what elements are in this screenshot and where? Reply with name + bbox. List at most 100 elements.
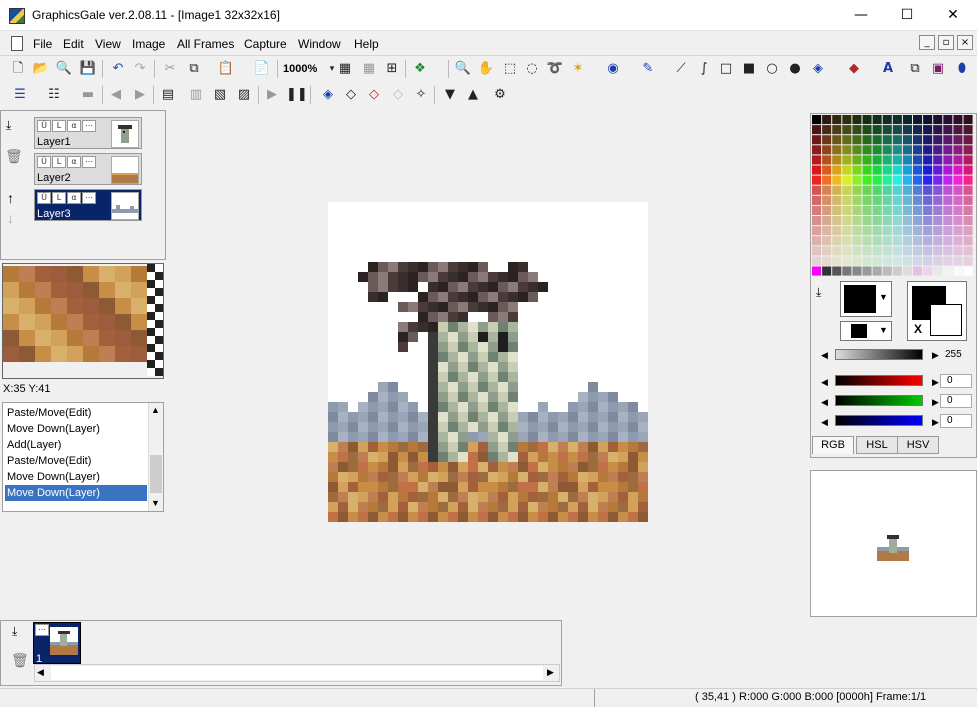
tab-rgb[interactable]: RGB: [812, 436, 854, 454]
scroll-down-icon[interactable]: ▼: [151, 498, 160, 508]
cut-icon[interactable]: ✂: [160, 59, 180, 79]
lock-icon[interactable]: L: [52, 156, 66, 168]
history-item-selected[interactable]: Move Down(Layer): [5, 485, 147, 501]
gradient-icon[interactable]: ◆: [844, 59, 864, 79]
frame-split-icon[interactable]: ▥: [186, 85, 206, 105]
pixel-grid-icon[interactable]: ▦: [359, 59, 379, 79]
move-down-icon[interactable]: ▼: [440, 85, 460, 105]
zoom-tool-icon[interactable]: 🔍: [453, 59, 473, 79]
navigator-panel[interactable]: [810, 470, 977, 617]
zoom-select[interactable]: 1000%: [283, 59, 317, 79]
history-scrollbar[interactable]: ▲ ▼: [148, 403, 163, 511]
new-file-icon[interactable]: 🗋: [8, 59, 28, 79]
close-window-button[interactable]: ✕: [930, 0, 976, 31]
dropper-icon[interactable]: ⬮: [952, 59, 972, 79]
paste-icon[interactable]: 📋: [216, 59, 236, 79]
magic-wand-icon[interactable]: ✶: [568, 59, 588, 79]
alpha-icon[interactable]: α: [67, 192, 81, 204]
red-value-input[interactable]: 0: [940, 374, 972, 388]
maximize-window-button[interactable]: ☐: [884, 0, 930, 31]
mdi-restore-button[interactable]: ▫: [938, 35, 954, 50]
blue-slider[interactable]: [835, 415, 923, 426]
line-icon[interactable]: ⟋: [671, 59, 691, 79]
layer-move-icon[interactable]: ☰: [10, 85, 30, 105]
filled-ellipse-icon[interactable]: ●: [785, 59, 805, 79]
lasso-icon[interactable]: ➰: [545, 59, 565, 79]
transform-icon[interactable]: ⧉: [905, 59, 925, 79]
green-value-input[interactable]: 0: [940, 394, 972, 408]
menu-help[interactable]: Help: [354, 37, 379, 51]
curve-icon[interactable]: ∫: [694, 59, 714, 79]
import-frame-icon[interactable]: ⤓: [12, 624, 17, 639]
frames-scrollbar[interactable]: ◀ ▶: [34, 664, 560, 682]
alpha-slider[interactable]: [835, 349, 923, 360]
menu-image[interactable]: Image: [132, 37, 165, 51]
copy-icon[interactable]: ⧉: [184, 59, 204, 79]
layer-item[interactable]: Ü L α ⋯ Layer2: [34, 153, 142, 185]
animation-icon[interactable]: ❖: [410, 59, 430, 79]
chevron-right-icon[interactable]: ▶: [932, 377, 939, 388]
trash-icon[interactable]: 🗑: [5, 148, 23, 165]
text-tool-icon[interactable]: A: [878, 59, 898, 79]
visibility-icon[interactable]: Ü: [37, 156, 51, 168]
alpha-icon[interactable]: α: [67, 156, 81, 168]
more-icon[interactable]: ⋯: [82, 120, 96, 132]
trash-icon[interactable]: 🗑: [11, 652, 29, 669]
search-icon[interactable]: 🔍: [54, 59, 74, 79]
layer-down-icon[interactable]: ↓: [7, 210, 14, 226]
scroll-left-icon[interactable]: ◀: [37, 667, 44, 678]
drawing-canvas[interactable]: [328, 202, 648, 522]
prev-frame-icon[interactable]: ◀: [106, 85, 126, 105]
frame-settings-icon[interactable]: ✧: [411, 85, 431, 105]
hand-tool-icon[interactable]: ✋: [476, 59, 496, 79]
undo-icon[interactable]: ↶: [108, 59, 128, 79]
foreground-color-select[interactable]: ▼: [840, 281, 892, 317]
save-icon[interactable]: 💾: [78, 59, 98, 79]
color-palette[interactable]: [812, 115, 975, 279]
play-icon[interactable]: ▶: [262, 85, 282, 105]
insert-frame-icon[interactable]: ◇: [388, 85, 408, 105]
frame-copy-icon[interactable]: ▧: [210, 85, 230, 105]
lock-icon[interactable]: L: [52, 192, 66, 204]
document-icon[interactable]: [11, 36, 23, 51]
scrollbar-thumb[interactable]: [51, 666, 543, 680]
history-item[interactable]: Paste/Move(Edit): [5, 405, 147, 421]
more-icon[interactable]: ⋯: [82, 192, 96, 204]
scrollbar-thumb[interactable]: [150, 455, 162, 493]
frame-paste-icon[interactable]: ▨: [234, 85, 254, 105]
chevron-left-icon[interactable]: ◀: [821, 397, 828, 408]
import-palette-icon[interactable]: ⤓: [816, 285, 821, 300]
bucket-icon[interactable]: ◉: [603, 59, 623, 79]
layer-item[interactable]: Ü L α ⋯ Layer1: [34, 117, 142, 149]
frame-item-selected[interactable]: ⋯ 1: [33, 622, 81, 665]
visibility-icon[interactable]: Ü: [37, 120, 51, 132]
add-frame-icon[interactable]: ◈: [318, 85, 338, 105]
ellipse-select-icon[interactable]: ◌: [522, 59, 542, 79]
move-up-icon[interactable]: ▲: [463, 85, 483, 105]
background-color-select[interactable]: ▼: [840, 321, 892, 341]
mdi-close-button[interactable]: ×: [957, 35, 973, 50]
history-item[interactable]: Paste/Move(Edit): [5, 453, 147, 469]
history-item[interactable]: Move Down(Layer): [5, 469, 147, 485]
duplicate-frame-icon[interactable]: ◇: [341, 85, 361, 105]
blue-value-input[interactable]: 0: [940, 414, 972, 428]
chevron-right-icon[interactable]: ▶: [932, 350, 939, 361]
delete-frame-icon[interactable]: ◇: [364, 85, 384, 105]
more-icon[interactable]: ⋯: [82, 156, 96, 168]
menu-all-frames[interactable]: All Frames: [177, 37, 234, 51]
rect-select-icon[interactable]: ⬚: [500, 59, 520, 79]
menu-view[interactable]: View: [95, 37, 121, 51]
color-swap-box[interactable]: X: [907, 281, 967, 341]
frame-wizard-icon[interactable]: ⚙: [490, 85, 510, 105]
import-layer-icon[interactable]: ⤓: [6, 118, 11, 133]
history-list[interactable]: Paste/Move(Edit) Move Down(Layer) Add(La…: [2, 402, 164, 512]
layer-item-selected[interactable]: Ü L α ⋯ Layer3: [34, 189, 142, 221]
layer-delete-icon[interactable]: ▬: [78, 85, 98, 105]
menu-file[interactable]: File: [33, 37, 52, 51]
fill-icon[interactable]: ◈: [808, 59, 828, 79]
pause-icon[interactable]: ❚❚: [286, 85, 308, 105]
scroll-up-icon[interactable]: ▲: [151, 405, 160, 415]
next-frame-icon[interactable]: ▶: [130, 85, 150, 105]
grid-icon[interactable]: ▦: [335, 59, 355, 79]
visibility-icon[interactable]: Ü: [37, 192, 51, 204]
